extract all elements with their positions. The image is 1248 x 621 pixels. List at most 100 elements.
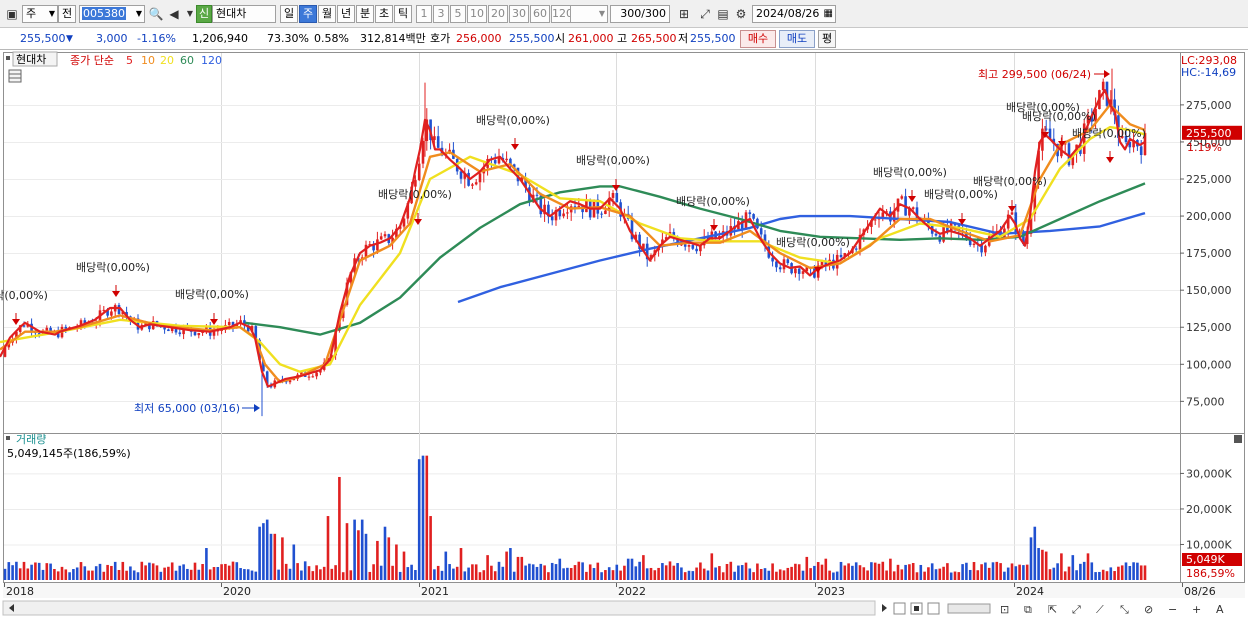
volume-bar — [193, 562, 197, 580]
dividend-label-9: 배당락(0,00%) — [924, 188, 998, 201]
volume-bar — [303, 561, 307, 580]
volume-bar — [801, 570, 805, 580]
sell-button[interactable]: 매도 — [779, 30, 815, 48]
stock-name-field[interactable]: 현대차 — [212, 5, 276, 23]
zoom-slider — [947, 603, 991, 614]
period-tab-3[interactable]: 년 — [337, 5, 355, 23]
volume: 1,206,940 — [192, 32, 248, 45]
volume-bar — [433, 569, 436, 580]
dividend-arrow-8-head — [908, 196, 916, 202]
volume-bar — [923, 571, 926, 580]
gear-icon[interactable]: ⚙ — [733, 5, 749, 23]
volume-bar — [151, 563, 155, 580]
volume-bar — [246, 569, 250, 580]
save-icon[interactable]: ▤ — [715, 5, 731, 23]
down-arrow-icon: ▼ — [66, 34, 73, 44]
candle-body — [600, 213, 603, 215]
interval-custom-select[interactable]: ▼ — [570, 5, 608, 23]
market-select[interactable]: 전 — [58, 5, 76, 23]
volume-bar — [163, 567, 166, 580]
volume-bar — [113, 561, 117, 580]
volume-bar — [976, 570, 980, 580]
layout-icon[interactable]: ▣ — [4, 5, 20, 23]
y-tick-label: 150,000 — [1186, 284, 1232, 297]
period-tab-5[interactable]: 초 — [375, 5, 393, 23]
interval-button-60[interactable]: 60 — [530, 5, 550, 23]
volume-bar — [440, 570, 444, 580]
period-tab-6[interactable]: 틱 — [394, 5, 412, 23]
interval-button-1[interactable]: 1 — [416, 5, 432, 23]
period-tab-4[interactable]: 분 — [356, 5, 374, 23]
table-icon — [8, 69, 22, 83]
candle-body — [307, 376, 311, 378]
volume-bar — [733, 571, 736, 580]
volume-bar — [1060, 553, 1063, 580]
period-tab-2[interactable]: 월 — [318, 5, 336, 23]
volume-bar — [767, 570, 771, 580]
volume-bar — [56, 571, 60, 580]
stock-chart[interactable]: 배당락(0,00%)배당락(0,00%)배당락(0,00%)배당락(0,00%)… — [0, 50, 1248, 621]
legend-label: 종가 단순 — [70, 54, 114, 67]
low-annotation: 최저 65,000 (03/16) — [134, 402, 240, 415]
volume-bar — [1052, 567, 1056, 580]
volume-bar — [490, 565, 493, 580]
interval-button-3[interactable]: 3 — [433, 5, 449, 23]
interval-button-20[interactable]: 20 — [488, 5, 508, 23]
volume-bar — [604, 570, 607, 580]
dividend-label-7: 배당락(0,00%) — [776, 236, 850, 249]
eval-button[interactable]: 평 — [818, 30, 836, 48]
scroll-right-icon — [882, 604, 887, 612]
draw-tool-icon[interactable]: ⤢ — [697, 5, 713, 23]
rewind-icon — [893, 602, 906, 615]
date-field[interactable]: 2024/08/26 ▦ — [752, 5, 836, 23]
volume-bar — [778, 569, 782, 580]
volume-bar — [535, 566, 539, 580]
volume-bar — [94, 566, 98, 580]
volume-bar — [326, 516, 330, 580]
volume-bar — [391, 565, 394, 580]
volume-close-icon — [1234, 435, 1242, 443]
volume-bar — [862, 567, 866, 580]
candle-body — [687, 245, 691, 247]
time-axis: 2018 2020 2021 2022 2023 2024 08/26 — [3, 583, 1245, 598]
interval-button-30[interactable]: 30 — [509, 5, 529, 23]
volume-bar — [984, 562, 987, 580]
volume-bar — [155, 565, 159, 580]
volume-bar — [338, 476, 341, 580]
ma-line-10 — [0, 103, 1146, 384]
volume-bar — [820, 564, 824, 580]
legend-period-10: 10 — [141, 54, 155, 67]
buy-button[interactable]: 매수 — [740, 30, 776, 48]
volume-bar — [300, 570, 303, 580]
x-tick-label: 2024 — [1016, 585, 1044, 598]
volume-bar — [1041, 549, 1044, 580]
period-tab-0[interactable]: 일 — [280, 5, 298, 23]
dividend-label-0: 배당락(0,00%) — [0, 289, 48, 302]
period-type-select[interactable]: 주 ▼ — [22, 5, 58, 23]
volume-bar — [725, 563, 729, 580]
volume-bar — [816, 562, 820, 580]
volume-bar — [106, 564, 109, 580]
candle-body — [45, 327, 49, 331]
speaker-icon[interactable]: ◀ — [166, 5, 182, 23]
candle-icon[interactable]: ⊞ — [676, 5, 692, 23]
high-arrow-head — [1104, 70, 1110, 78]
volume-bar — [376, 540, 379, 580]
stock-code-input[interactable]: 005380 ▼ — [79, 5, 145, 23]
volume-bar — [930, 563, 934, 580]
period-tab-1[interactable]: 주 — [299, 5, 317, 23]
interval-button-5[interactable]: 5 — [450, 5, 466, 23]
interval-button-10[interactable]: 10 — [467, 5, 487, 23]
search-icon[interactable]: 🔍 — [148, 5, 164, 23]
dividend-arrow-0-head — [12, 319, 20, 325]
chart-frame — [3, 52, 1245, 583]
count-field[interactable]: 300/300 — [610, 5, 670, 23]
volume-bar — [1063, 571, 1067, 580]
volume-bar — [718, 566, 721, 580]
candle-body — [752, 214, 755, 219]
count-total: /300 — [641, 7, 666, 20]
volume-bar — [144, 565, 147, 580]
ask-price: 256,000 — [456, 32, 502, 45]
volume-bar — [1003, 571, 1006, 580]
calendar-icon[interactable]: ▦ — [824, 6, 833, 22]
